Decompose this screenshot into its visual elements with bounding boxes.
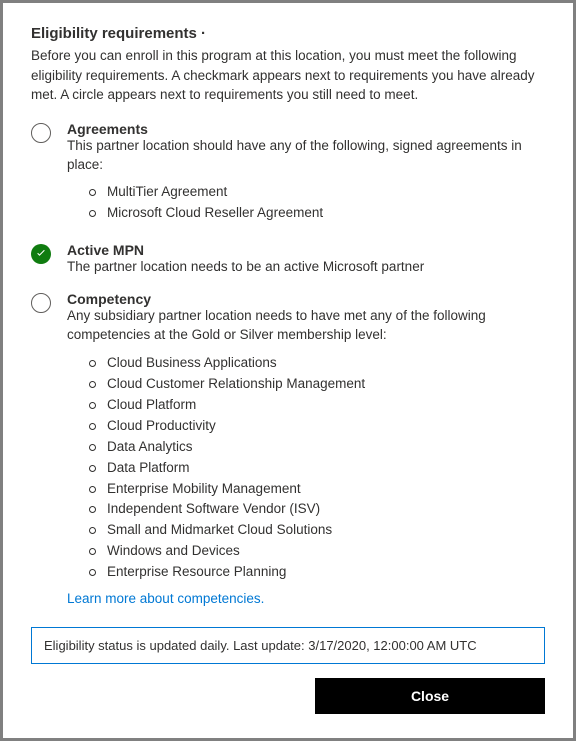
close-button[interactable]: Close [315, 678, 545, 714]
list-item: MultiTier Agreement [89, 182, 545, 203]
list-item: Small and Midmarket Cloud Solutions [89, 520, 545, 541]
requirement-desc: This partner location should have any of… [67, 137, 545, 175]
list-item: Microsoft Cloud Reseller Agreement [89, 203, 545, 224]
status-met-icon [31, 244, 51, 264]
page-title: Eligibility requirements · [31, 25, 545, 42]
list-item: Enterprise Mobility Management [89, 479, 545, 500]
requirement-agreements: Agreements This partner location should … [31, 121, 545, 229]
competency-list: Cloud Business Applications Cloud Custom… [89, 353, 545, 583]
status-unmet-icon [31, 293, 51, 313]
list-item: Cloud Productivity [89, 416, 545, 437]
list-item: Cloud Business Applications [89, 353, 545, 374]
requirement-title: Active MPN [67, 242, 545, 258]
requirement-title: Agreements [67, 121, 545, 137]
list-item: Data Platform [89, 458, 545, 479]
requirement-desc: Any subsidiary partner location needs to… [67, 307, 545, 345]
list-item: Cloud Platform [89, 395, 545, 416]
list-item: Data Analytics [89, 437, 545, 458]
status-unmet-icon [31, 123, 51, 143]
requirement-title: Competency [67, 291, 545, 307]
intro-text: Before you can enroll in this program at… [31, 46, 545, 105]
learn-more-link[interactable]: Learn more about competencies. [67, 591, 264, 606]
eligibility-modal: Eligibility requirements · Before you ca… [0, 0, 576, 741]
list-item: Independent Software Vendor (ISV) [89, 499, 545, 520]
list-item: Windows and Devices [89, 541, 545, 562]
agreements-list: MultiTier Agreement Microsoft Cloud Rese… [89, 182, 545, 224]
checkmark-icon [35, 248, 47, 260]
list-item: Enterprise Resource Planning [89, 562, 545, 583]
requirement-active-mpn: Active MPN The partner location needs to… [31, 242, 545, 277]
list-item: Cloud Customer Relationship Management [89, 374, 545, 395]
status-banner: Eligibility status is updated daily. Las… [31, 627, 545, 664]
requirement-desc: The partner location needs to be an acti… [67, 258, 545, 277]
requirement-competency: Competency Any subsidiary partner locati… [31, 291, 545, 606]
button-row: Close [31, 678, 545, 714]
